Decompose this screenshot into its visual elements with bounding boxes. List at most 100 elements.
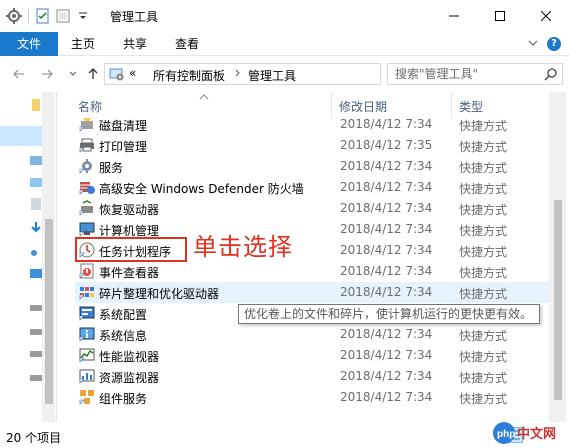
file-type: 快捷方式 <box>459 224 508 238</box>
file-row[interactable]: 事件查看器 2018/4/12 7:34 快捷方式 <box>75 261 549 282</box>
search-input[interactable]: 搜索"管理工具" <box>387 63 563 85</box>
title-bar: 管理工具 <box>0 0 569 32</box>
help-icon[interactable]: ? <box>547 37 561 51</box>
svg-text:中文网: 中文网 <box>517 426 556 442</box>
file-type: 快捷方式 <box>459 203 508 217</box>
file-type: 快捷方式 <box>459 350 508 364</box>
drive-icon[interactable] <box>30 348 42 362</box>
file-type: 快捷方式 <box>459 119 508 133</box>
computer-management-icon <box>79 221 95 237</box>
file-date-modified: 2018/4/12 7:34 <box>340 201 433 215</box>
navigation-pane-scrollbar[interactable] <box>42 92 55 422</box>
documents-icon[interactable] <box>30 198 42 213</box>
file-type: 快捷方式 <box>459 266 508 280</box>
scrollbar-thumb[interactable] <box>45 219 53 404</box>
watermark-logo: php 中文网 <box>492 418 569 448</box>
file-row[interactable]: 打印管理 2018/4/12 7:35 快捷方式 <box>75 135 549 156</box>
file-name: 磁盘清理 <box>99 119 148 133</box>
file-name: 打印管理 <box>99 140 148 154</box>
address-bar[interactable]: « 所有控制面板 管理工具 <box>104 63 478 85</box>
performance-monitor-icon <box>79 347 95 363</box>
tab-share[interactable]: 共享 <box>114 32 156 56</box>
file-date-modified: 2018/4/12 7:35 <box>340 138 433 152</box>
column-divider[interactable] <box>331 92 332 118</box>
file-date-modified: 2018/4/12 7:34 <box>340 180 433 194</box>
window-title: 管理工具 <box>110 10 159 24</box>
file-row[interactable]: 恢复驱动器 2018/4/12 7:34 快捷方式 <box>75 198 549 219</box>
file-date-modified: 2018/4/12 7:34 <box>340 159 433 173</box>
address-overflow[interactable]: « <box>129 66 136 80</box>
file-row[interactable]: 碎片整理和优化驱动器 2018/4/12 7:34 快捷方式 <box>75 282 549 303</box>
tab-file[interactable]: 文件 <box>0 32 58 56</box>
properties-icon[interactable] <box>35 8 51 24</box>
drive-icon[interactable] <box>30 372 42 386</box>
customize-toolbar-chevron-icon[interactable] <box>75 8 91 24</box>
toolbar-separator <box>28 9 29 23</box>
file-list-scrollbar[interactable] <box>549 92 566 422</box>
selected-nav-item[interactable] <box>0 126 42 146</box>
music-icon[interactable] <box>30 244 42 259</box>
recent-locations-chevron-icon[interactable] <box>66 67 80 81</box>
search-placeholder: 搜索"管理工具" <box>395 67 479 81</box>
tooltip: 优化卷上的文件和碎片，使计算机运行的更快更有效。 <box>238 304 540 324</box>
file-name: 系统配置 <box>99 308 148 322</box>
search-icon[interactable] <box>544 67 558 87</box>
drive-icon[interactable] <box>30 326 42 340</box>
pictures-icon[interactable] <box>30 176 42 191</box>
disk-cleanup-icon <box>79 118 95 132</box>
forward-arrow-icon[interactable] <box>40 67 54 81</box>
file-name: 服务 <box>99 161 124 175</box>
file-row[interactable]: 组件服务 2018/4/12 7:34 快捷方式 <box>75 387 549 408</box>
file-row[interactable]: 性能监视器 2018/4/12 7:34 快捷方式 <box>75 345 549 366</box>
system-info-icon <box>79 326 95 342</box>
breadcrumb-all-control-panel[interactable]: 所有控制面板 <box>153 67 225 84</box>
file-type: 快捷方式 <box>459 287 508 301</box>
videos-icon[interactable] <box>30 154 42 169</box>
minimize-button[interactable] <box>431 0 477 32</box>
file-name: 组件服务 <box>99 392 148 406</box>
file-date-modified: 2018/4/12 7:34 <box>340 369 433 383</box>
firewall-icon <box>79 179 95 195</box>
expand-ribbon-icon[interactable] <box>527 37 539 52</box>
file-type: 快捷方式 <box>459 329 508 343</box>
file-date-modified: 2018/4/12 7:34 <box>340 390 433 404</box>
up-arrow-icon[interactable] <box>86 67 100 81</box>
maximize-icon <box>495 11 505 21</box>
minimize-icon <box>449 15 459 17</box>
file-row[interactable]: 资源监视器 2018/4/12 7:34 快捷方式 <box>75 366 549 387</box>
resource-monitor-icon <box>79 368 95 384</box>
column-divider[interactable] <box>451 92 452 118</box>
column-header: 名称 修改日期 类型 <box>57 92 549 118</box>
file-row[interactable]: 服务 2018/4/12 7:34 快捷方式 <box>75 156 549 177</box>
desktop-icon[interactable] <box>30 268 42 283</box>
file-name: 系统信息 <box>99 329 148 343</box>
drive-icon[interactable] <box>30 302 42 316</box>
breadcrumb-admin-tools[interactable]: 管理工具 <box>248 67 296 84</box>
column-name[interactable]: 名称 <box>78 98 102 115</box>
folder-icon[interactable] <box>32 98 40 115</box>
svg-text:php: php <box>497 429 515 440</box>
annotation-text: 单击选择 <box>193 233 293 261</box>
tab-view[interactable]: 查看 <box>166 32 208 56</box>
file-row[interactable]: 高级安全 Windows Defender 防火墙 2018/4/12 7:34 快… <box>75 177 549 198</box>
file-name: 恢复驱动器 <box>99 203 160 217</box>
file-type: 快捷方式 <box>459 245 508 259</box>
event-viewer-icon <box>79 263 95 279</box>
control-panel-icon <box>109 66 125 85</box>
maximize-button[interactable] <box>477 0 523 32</box>
tab-home[interactable]: 主页 <box>62 32 104 56</box>
column-type[interactable]: 类型 <box>459 98 483 115</box>
file-date-modified: 2018/4/12 7:34 <box>340 222 433 236</box>
quick-access-toolbar <box>6 8 91 24</box>
downloads-icon[interactable] <box>30 222 42 237</box>
column-date-modified[interactable]: 修改日期 <box>339 98 387 115</box>
scrollbar-thumb[interactable] <box>554 200 562 400</box>
new-folder-icon[interactable] <box>55 8 71 24</box>
close-button[interactable] <box>523 0 569 32</box>
file-date-modified: 2018/4/12 7:34 <box>340 264 433 278</box>
file-row[interactable]: 系统信息 2018/4/12 7:34 快捷方式 <box>75 324 549 345</box>
file-name: 性能监视器 <box>99 350 160 364</box>
back-arrow-icon[interactable] <box>12 67 26 81</box>
recovery-drive-icon <box>79 200 95 216</box>
file-type: 快捷方式 <box>459 371 508 385</box>
